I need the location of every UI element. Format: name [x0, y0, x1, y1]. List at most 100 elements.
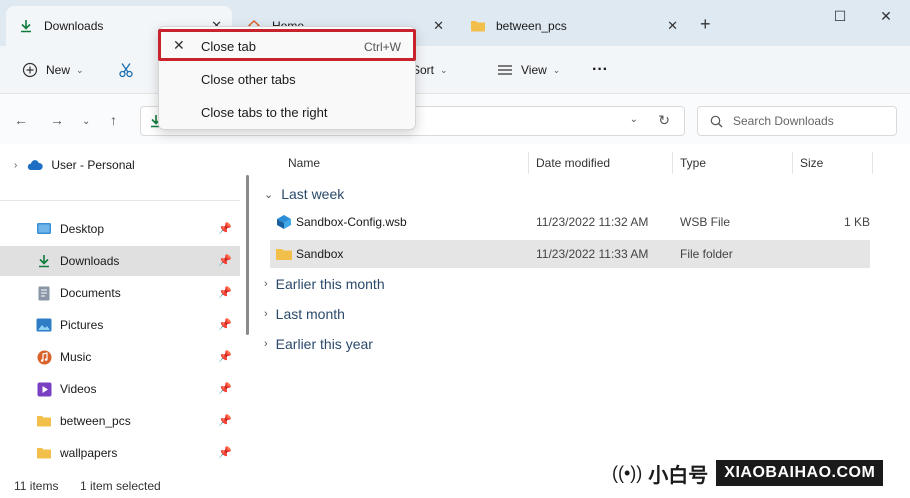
folder-icon: [275, 247, 293, 264]
group-header-last-month[interactable]: › Last month: [264, 306, 345, 322]
pin-icon[interactable]: 📌: [218, 414, 232, 427]
pin-icon[interactable]: 📌: [218, 382, 232, 395]
view-label: View: [521, 63, 547, 77]
folder-icon: [470, 18, 486, 34]
tab-between-pcs[interactable]: between_pcs ✕: [458, 6, 688, 46]
new-label: New: [46, 63, 71, 77]
file-type: WSB File: [680, 215, 731, 229]
tab-label: between_pcs: [496, 19, 567, 33]
column-separator[interactable]: [872, 152, 873, 174]
more-options-icon[interactable]: ···: [592, 58, 608, 82]
title-bar: Downloads ✕ Home ✕ between_pcs ✕ + ☐ ✕: [0, 0, 910, 46]
status-item-count: 11 items: [14, 479, 59, 493]
group-label: Earlier this month: [275, 276, 385, 292]
sidebar-item-user-personal[interactable]: › User - Personal: [0, 150, 240, 180]
group-label: Last week: [281, 186, 345, 202]
maximize-icon[interactable]: ☐: [830, 8, 850, 25]
download-icon: [18, 18, 34, 34]
pin-icon[interactable]: 📌: [218, 446, 232, 459]
sidebar-item-videos[interactable]: Videos 📌: [0, 374, 240, 404]
sort-button[interactable]: Sort ⌄: [412, 58, 448, 82]
file-name: Sandbox: [296, 247, 344, 261]
pin-icon[interactable]: 📌: [218, 318, 232, 331]
column-header-size[interactable]: Size: [800, 156, 823, 170]
sidebar-item-label: Downloads: [60, 254, 120, 268]
up-arrow-icon[interactable]: ↑: [110, 112, 117, 128]
sidebar-item-desktop[interactable]: Desktop 📌: [0, 214, 240, 244]
group-header-earlier-this-year[interactable]: › Earlier this year: [264, 336, 373, 352]
sidebar-item-music[interactable]: Music 📌: [0, 342, 240, 372]
chevron-down-icon: ⌄: [264, 188, 274, 201]
new-tab-icon[interactable]: +: [700, 14, 711, 35]
sidebar-item-documents[interactable]: Documents 📌: [0, 278, 240, 308]
group-header-earlier-this-month[interactable]: › Earlier this month: [264, 276, 385, 292]
cut-button[interactable]: [118, 58, 142, 82]
search-icon: [710, 115, 723, 128]
chevron-right-icon: ›: [264, 308, 268, 320]
tab-label: Downloads: [44, 19, 104, 33]
watermark-en: XIAOBAIHAO.COM: [716, 460, 884, 486]
file-size: 1 KB: [844, 215, 871, 229]
cloud-icon: [27, 157, 44, 173]
folder-icon: [36, 445, 52, 461]
menu-item-close-tabs-right[interactable]: Close tabs to the right: [159, 96, 417, 129]
column-header-type[interactable]: Type: [680, 156, 706, 170]
column-separator[interactable]: [528, 152, 529, 174]
sidebar-item-pictures[interactable]: Pictures 📌: [0, 310, 240, 340]
close-icon[interactable]: ✕: [667, 18, 678, 34]
plus-circle-icon: [22, 62, 38, 78]
view-button[interactable]: View ⌄: [497, 58, 560, 82]
watermark-cn: 小白号: [648, 464, 709, 487]
menu-item-label: Close tabs to the right: [201, 105, 328, 120]
file-name: Sandbox-Config.wsb: [296, 215, 407, 229]
chevron-down-icon: ⌄: [552, 64, 561, 75]
file-date: 11/23/2022 11:33 AM: [536, 247, 649, 261]
chevron-down-icon[interactable]: ⌄: [82, 116, 90, 127]
column-header-name[interactable]: Name: [288, 156, 320, 170]
sidebar-item-downloads[interactable]: Downloads 📌: [0, 246, 240, 276]
sidebar-divider: [0, 200, 240, 201]
pin-icon[interactable]: 📌: [218, 222, 232, 235]
sidebar-item-label: wallpapers: [60, 446, 118, 460]
command-bar: New ⌄ Sort ⌄ View ⌄ ···: [0, 46, 910, 94]
chevron-right-icon: ›: [14, 159, 18, 171]
close-icon[interactable]: ✕: [433, 18, 444, 34]
download-icon: [36, 253, 52, 269]
sidebar-item-wallpapers[interactable]: wallpapers 📌: [0, 438, 240, 468]
navigation-pane: › User - Personal Desktop 📌 Downloads 📌 …: [0, 144, 248, 474]
sidebar-item-label: Pictures: [60, 318, 104, 332]
pin-icon[interactable]: 📌: [218, 286, 232, 299]
table-row[interactable]: Sandbox 11/23/2022 11:33 AM File folder: [270, 240, 870, 268]
new-button[interactable]: New ⌄: [22, 58, 84, 82]
sidebar-item-between-pcs[interactable]: between_pcs 📌: [0, 406, 240, 436]
folder-icon: [36, 413, 52, 429]
more-label: ···: [592, 61, 608, 78]
scissors-icon: [118, 62, 134, 78]
column-separator[interactable]: [792, 152, 793, 174]
group-header-last-week[interactable]: ⌄ Last week: [264, 186, 344, 202]
sidebar-item-label: Music: [60, 350, 92, 364]
pin-icon[interactable]: 📌: [218, 254, 232, 267]
forward-arrow-icon[interactable]: →: [50, 112, 64, 128]
sidebar-item-label: User - Personal: [51, 158, 135, 172]
chevron-down-icon[interactable]: ⌄: [630, 114, 638, 125]
close-window-icon[interactable]: ✕: [876, 8, 896, 25]
back-arrow-icon[interactable]: ←: [14, 112, 28, 128]
menu-item-label: Close other tabs: [201, 72, 296, 87]
column-header-date[interactable]: Date modified: [536, 156, 610, 170]
table-row[interactable]: Sandbox-Config.wsb 11/23/2022 11:32 AM W…: [270, 208, 870, 236]
pin-icon[interactable]: 📌: [218, 350, 232, 363]
refresh-icon[interactable]: ↻: [658, 112, 670, 129]
chevron-right-icon: ›: [264, 278, 268, 290]
search-input[interactable]: Search Downloads: [697, 106, 897, 136]
sidebar-item-label: Documents: [60, 286, 121, 300]
menu-item-close-other-tabs[interactable]: Close other tabs: [159, 63, 417, 96]
watermark: ((•)) 小白号 XIAOBAIHAO.COM: [612, 456, 884, 490]
broadcast-icon: ((•)): [612, 462, 643, 483]
sidebar-item-label: Videos: [60, 382, 97, 396]
video-icon: [36, 381, 52, 397]
sidebar-scrollbar[interactable]: [246, 175, 249, 335]
chevron-right-icon: ›: [264, 338, 268, 350]
chevron-down-icon: ⌄: [440, 64, 448, 75]
column-separator[interactable]: [672, 152, 673, 174]
